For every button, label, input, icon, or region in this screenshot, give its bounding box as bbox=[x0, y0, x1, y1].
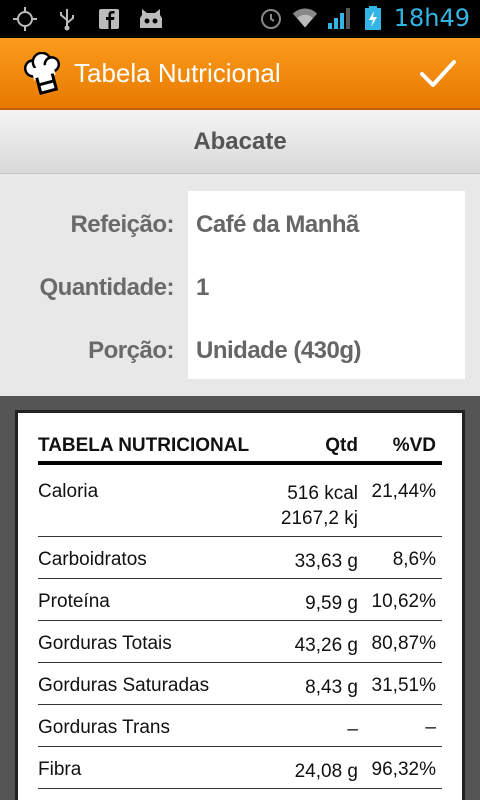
nutrient-name: Gorduras Totais bbox=[38, 633, 172, 654]
form-labels: Refeição: Quantidade: Porção: bbox=[15, 191, 188, 379]
quantity-field[interactable]: 1 bbox=[196, 274, 209, 302]
nutrient-vd: 8,6% bbox=[392, 549, 436, 570]
facebook-icon bbox=[99, 9, 119, 29]
nutrient-vd: 21,44% bbox=[371, 481, 436, 502]
portion-select[interactable]: Unidade (430g) bbox=[196, 337, 362, 365]
table-row: Gorduras Totais 43,26 g 80,87% bbox=[38, 621, 442, 663]
quantity-label: Quantidade: bbox=[39, 274, 174, 301]
nutrient-name: Caloria bbox=[38, 481, 99, 502]
nutrient-vd: – bbox=[425, 717, 436, 738]
table-row: Carboidratos 33,63 g 8,6% bbox=[38, 537, 442, 579]
nutrient-vd: 31,51% bbox=[371, 675, 436, 696]
meal-select[interactable]: Café da Manhã bbox=[196, 211, 359, 239]
nutrient-name: Gorduras Saturadas bbox=[38, 675, 210, 696]
usb-icon bbox=[60, 9, 74, 31]
nutrient-name: Proteína bbox=[38, 591, 110, 612]
meal-form: Refeição: Quantidade: Porção: Café da Ma… bbox=[0, 175, 480, 395]
nutrient-qtd: – bbox=[347, 719, 358, 740]
gps-icon bbox=[13, 7, 37, 31]
nutrient-qtd: 516 kcal 2167,2 kj bbox=[281, 481, 358, 531]
nutrition-table-area: TABELA NUTRICIONAL Qtd %VD Caloria 516 k… bbox=[0, 396, 480, 800]
cyanogen-mod-icon bbox=[140, 9, 162, 28]
table-row: Proteína 9,59 g 10,62% bbox=[38, 579, 442, 621]
nutrient-vd: 10,62% bbox=[371, 591, 436, 612]
table-row: Gorduras Saturadas 8,43 g 31,51% bbox=[38, 663, 442, 705]
chef-hat-icon[interactable] bbox=[20, 52, 66, 96]
nutrient-qtd-kcal: 516 kcal bbox=[287, 483, 358, 504]
nutrient-name: Carboidratos bbox=[38, 549, 147, 570]
portion-label: Porção: bbox=[88, 337, 174, 364]
nutrient-qtd: 9,59 g bbox=[305, 593, 358, 614]
table-header-qtd: Qtd bbox=[325, 435, 358, 456]
nutrient-qtd: 8,43 g bbox=[305, 677, 358, 698]
food-name: Abacate bbox=[193, 128, 287, 155]
meal-label: Refeição: bbox=[70, 211, 174, 238]
action-bar: Tabela Nutricional bbox=[0, 38, 480, 110]
signal-icon bbox=[327, 8, 350, 29]
form-values: Café da Manhã 1 Unidade (430g) bbox=[188, 191, 465, 379]
page-title: Tabela Nutricional bbox=[74, 58, 281, 88]
wifi-icon bbox=[292, 8, 317, 28]
clock-time: 18h49 bbox=[393, 4, 470, 32]
alarm-icon bbox=[260, 9, 281, 29]
nutrient-qtd: 43,26 g bbox=[294, 635, 358, 656]
nutrient-name: Gorduras Trans bbox=[38, 717, 170, 738]
table-header: TABELA NUTRICIONAL Qtd %VD bbox=[38, 435, 442, 465]
nutrient-vd: 96,32% bbox=[371, 759, 436, 780]
nutrient-qtd-kj: 2167,2 kj bbox=[280, 508, 358, 529]
table-header-vd: %VD bbox=[392, 435, 436, 456]
food-header: Abacate bbox=[0, 110, 480, 174]
table-header-name: TABELA NUTRICIONAL bbox=[38, 435, 250, 456]
nutrient-qtd: 24,08 g bbox=[294, 761, 358, 782]
nutrient-vd: 80,87% bbox=[371, 633, 436, 654]
nutrition-table: TABELA NUTRICIONAL Qtd %VD Caloria 516 k… bbox=[15, 410, 465, 800]
table-row: Gorduras Trans – – bbox=[38, 705, 442, 747]
status-bar: 18h49 bbox=[0, 0, 480, 38]
table-row: Fibra 24,08 g 96,32% bbox=[38, 747, 442, 789]
nutrient-qtd: 33,63 g bbox=[294, 551, 358, 572]
table-row: Caloria 516 kcal 2167,2 kj 21,44% bbox=[38, 469, 442, 537]
battery-charging-icon bbox=[364, 6, 381, 30]
checkmark-icon[interactable] bbox=[418, 54, 458, 94]
nutrient-name: Fibra bbox=[38, 759, 82, 780]
